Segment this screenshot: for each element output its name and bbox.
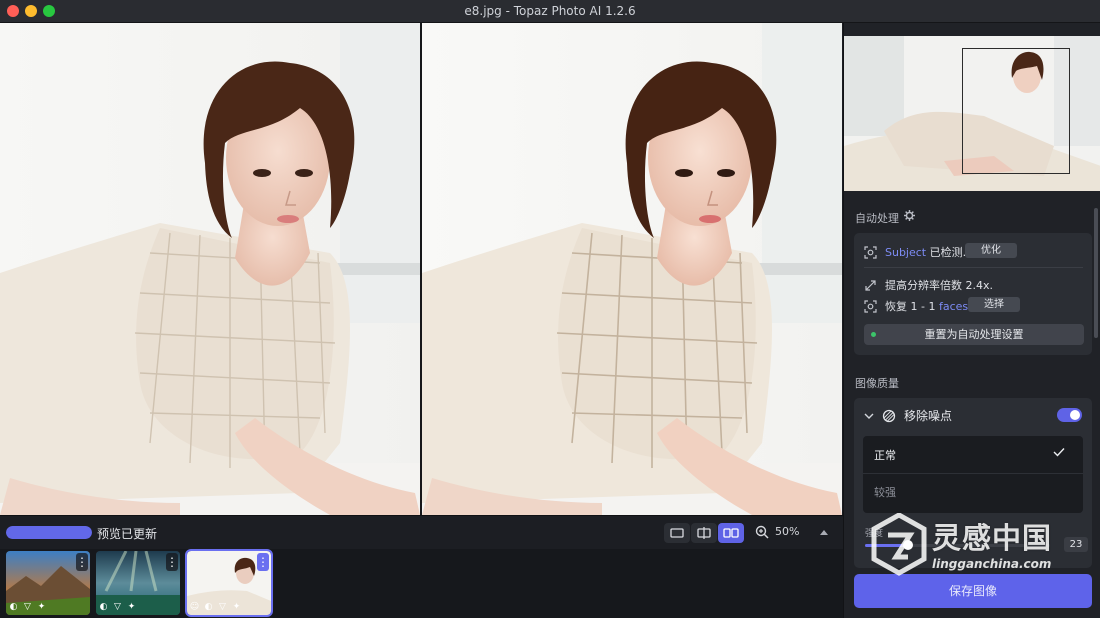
preview-progress-bar	[6, 526, 92, 539]
filmstrip: ⋮ ◐ ▽ ✦ ⋮ ◐ ▽ ✦ ⋮ ☺ ◐ ▽ ✦	[0, 549, 843, 618]
enhance-icon: ✦	[232, 601, 241, 612]
sidebar-scrollbar[interactable]	[1094, 208, 1098, 338]
denoise-icon	[882, 409, 896, 422]
option-separator	[863, 473, 1083, 474]
subject-status: 已检测.	[929, 246, 967, 259]
split-view-button[interactable]	[691, 523, 717, 543]
processed-preview[interactable]	[422, 23, 842, 515]
sharpen-icon: ▽	[114, 601, 121, 612]
quality-section-label: 图像质量	[855, 377, 899, 390]
subject-row: Subject 已检测.	[864, 244, 966, 260]
denoise-card: 移除噪点 正常 较强 强度 23	[854, 398, 1092, 568]
enhance-icon: ✦	[127, 601, 136, 612]
denoise-icon: ◐	[204, 601, 213, 612]
strength-slider-handle[interactable]	[902, 540, 913, 550]
sharpen-icon: ▽	[24, 601, 31, 612]
preview-status-text: 预览已更新	[97, 527, 158, 541]
right-sidebar: 自动处理 Subject 已检测. 优化 提高分辨率倍数 2.4x. 恢复 1 …	[843, 23, 1100, 618]
save-image-button[interactable]: 保存图像	[854, 574, 1092, 608]
upscale-text: 提高分辨率倍数 2.4x.	[885, 279, 993, 292]
strength-label: 强度	[865, 529, 884, 539]
thumbnail-mountain[interactable]: ⋮ ◐ ▽ ✦	[6, 551, 90, 615]
split-view-icon	[697, 527, 711, 539]
subject-refine-button[interactable]: 优化	[965, 243, 1017, 258]
single-view-icon	[670, 528, 684, 538]
denoise-mode-list: 正常 较强	[863, 436, 1083, 513]
reset-autopilot-button[interactable]: 重置为自动处理设置	[864, 324, 1084, 345]
subject-link[interactable]: Subject	[885, 246, 926, 259]
navigator-preview[interactable]	[844, 36, 1100, 191]
denoise-option-normal[interactable]: 正常	[874, 447, 896, 463]
strength-slider[interactable]	[865, 540, 1050, 550]
side-by-side-view-icon	[723, 528, 739, 538]
preview-progress-fill	[6, 526, 92, 539]
recover-prefix: 恢复 1 - 1	[885, 300, 936, 313]
caret-up-icon[interactable]	[818, 527, 830, 537]
thumbnail-portrait-selected[interactable]: ⋮ ☺ ◐ ▽ ✦	[185, 549, 273, 617]
strength-value[interactable]: 23	[1064, 537, 1088, 552]
denoise-icon: ◐	[9, 601, 18, 612]
faces-select-button[interactable]: 选择	[968, 297, 1020, 312]
gear-icon[interactable]	[904, 210, 915, 221]
faces-link[interactable]: faces	[939, 300, 968, 313]
denoise-icon: ◐	[99, 601, 108, 612]
denoise-toggle[interactable]	[1057, 408, 1082, 422]
zoom-level[interactable]: 50%	[775, 525, 799, 538]
checkmark-icon	[1053, 448, 1065, 457]
thumbnail-menu-button[interactable]: ⋮	[166, 553, 178, 571]
upscale-row: 提高分辨率倍数 2.4x.	[864, 277, 993, 293]
enhance-icon: ✦	[37, 601, 46, 612]
thumbnail-ocean[interactable]: ⋮ ◐ ▽ ✦	[96, 551, 180, 615]
strength-slider-fill	[865, 544, 908, 547]
toggle-knob	[1070, 410, 1080, 420]
face-recovery-icon	[864, 299, 877, 313]
window-title: e8.jpg - Topaz Photo AI 1.2.6	[464, 4, 636, 18]
zoom-icon[interactable]	[754, 524, 770, 540]
chevron-down-icon[interactable]	[864, 412, 874, 420]
reset-autopilot-label: 重置为自动处理设置	[924, 328, 1024, 341]
title-bar: e8.jpg - Topaz Photo AI 1.2.6	[0, 0, 1100, 23]
thumbnail-menu-button[interactable]: ⋮	[257, 553, 269, 571]
face-recovery-icon: ☺	[189, 601, 200, 612]
original-preview[interactable]	[0, 23, 420, 515]
auto-section-label: 自动处理	[855, 212, 899, 225]
recover-faces-row: 恢复 1 - 1 faces.	[864, 298, 972, 314]
status-dot	[871, 332, 876, 337]
subject-detect-icon	[864, 245, 877, 259]
autopilot-card: Subject 已检测. 优化 提高分辨率倍数 2.4x. 恢复 1 - 1 f…	[854, 233, 1092, 355]
preview-toolbar: 预览已更新 50%	[0, 515, 843, 549]
denoise-title: 移除噪点	[904, 409, 953, 423]
side-by-side-view-button[interactable]	[718, 523, 744, 543]
upscale-icon	[865, 279, 876, 291]
denoise-header[interactable]: 移除噪点	[864, 407, 952, 424]
denoise-option-strong[interactable]: 较强	[874, 484, 896, 500]
card-separator	[864, 267, 1083, 268]
sharpen-icon: ▽	[219, 601, 226, 612]
thumbnail-menu-button[interactable]: ⋮	[76, 553, 88, 571]
navigator-viewport-rect[interactable]	[962, 48, 1070, 174]
single-view-button[interactable]	[664, 523, 690, 543]
